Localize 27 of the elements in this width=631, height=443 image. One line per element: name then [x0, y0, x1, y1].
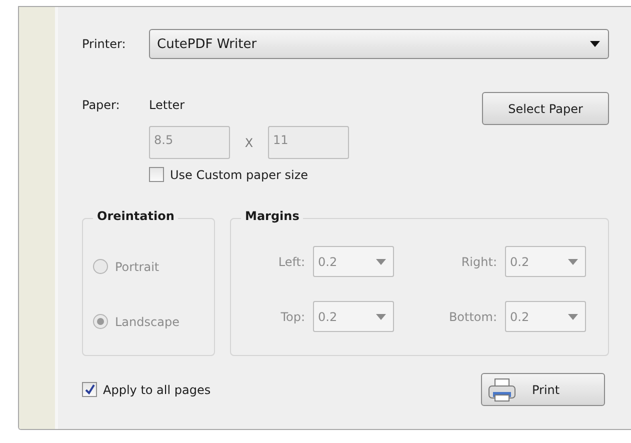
- print-button[interactable]: Print: [481, 373, 605, 406]
- caret-icon: [568, 314, 578, 320]
- caret-icon: [590, 41, 600, 47]
- radio-label: Landscape: [115, 314, 180, 328]
- checkbox-label: Use Custom paper size: [170, 168, 308, 182]
- checkbox[interactable]: [149, 167, 164, 182]
- printer-label: Printer:: [82, 37, 127, 51]
- printer-select[interactable]: CutePDF Writer: [149, 29, 609, 59]
- checkbox[interactable]: [82, 382, 97, 397]
- margin-label: Right:: [460, 254, 497, 268]
- times-sign: X: [244, 136, 254, 150]
- radio-label: Portrait: [115, 260, 160, 274]
- caret-icon: [568, 258, 578, 264]
- width-field[interactable]: 8.5: [149, 126, 230, 159]
- caret-icon: [376, 314, 386, 320]
- paper-name: Letter: [149, 98, 185, 112]
- margin-label: Bottom:: [448, 310, 497, 324]
- caret-icon: [376, 258, 386, 264]
- group-title: Oreintation: [93, 209, 178, 223]
- margin-label: Top:: [280, 310, 305, 324]
- height-field[interactable]: 11: [268, 126, 349, 159]
- select-paper-button[interactable]: Select Paper: [482, 92, 609, 125]
- group-title: Margins: [241, 209, 304, 223]
- printer-icon: [488, 378, 516, 402]
- paper-label: Paper:: [82, 98, 121, 112]
- checkbox-label: Apply to all pages: [103, 382, 211, 396]
- margin-label: Left:: [277, 254, 305, 268]
